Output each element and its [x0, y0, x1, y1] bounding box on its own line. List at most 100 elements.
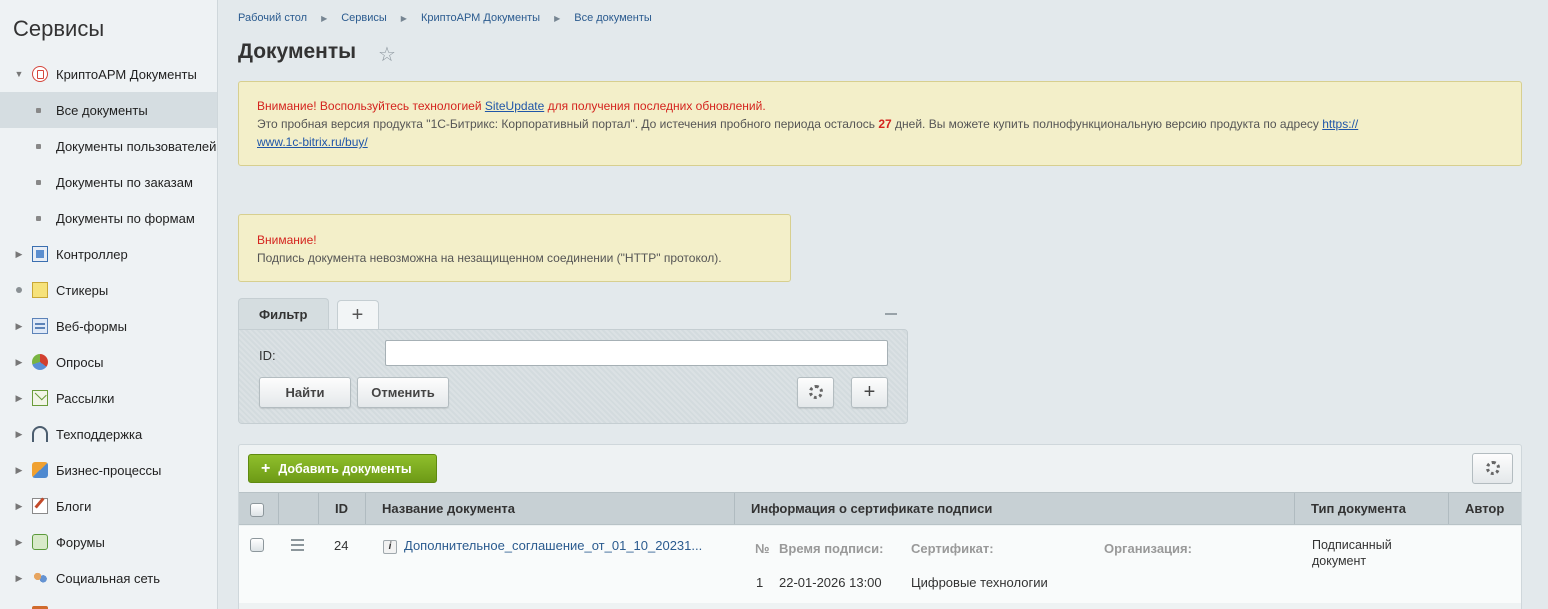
sidebar-item-label: Блоги — [56, 498, 92, 514]
row-menu-icon[interactable] — [291, 539, 304, 554]
sidebar-subitem-form-documents[interactable]: Документы по формам — [0, 200, 217, 236]
column-header-id[interactable]: ID — [319, 493, 366, 524]
add-documents-label: Добавить документы — [278, 462, 412, 476]
sidebar-item-label: Опросы — [56, 354, 104, 370]
column-header-doc-type[interactable]: Тип документа — [1295, 493, 1449, 524]
support-icon — [32, 426, 48, 442]
cert-time: 22-01-2026 13:00 — [779, 575, 882, 590]
bullet-icon — [36, 179, 41, 185]
breadcrumb-desktop[interactable]: Рабочий стол — [238, 12, 307, 26]
filter-panel: ID: Найти Отменить + — [238, 329, 908, 424]
select-all-checkbox[interactable] — [250, 502, 264, 517]
sidebar-item-label: КриптоАРМ Документы — [56, 66, 197, 82]
siteupdate-link[interactable]: SiteUpdate — [485, 99, 544, 113]
table-row[interactable]: 24 i Дополнительное_соглашение_от_01_10_2… — [239, 526, 1521, 603]
sidebar-item-webforms[interactable]: ▶ Веб-формы — [0, 308, 217, 344]
sidebar-item-label: Контроллер — [56, 246, 128, 262]
chevron-right-icon[interactable]: ▶ — [14, 393, 24, 404]
filter-settings-button[interactable] — [797, 377, 834, 408]
plus-icon: + — [261, 460, 271, 477]
chevron-right-icon[interactable]: ▶ — [14, 573, 24, 584]
cancel-button[interactable]: Отменить — [357, 377, 449, 408]
gear-icon — [808, 385, 823, 399]
chevron-right-icon: ▶ — [321, 14, 328, 23]
sidebar-item-stickers[interactable]: Стикеры — [0, 272, 217, 308]
chevron-right-icon[interactable]: ▶ — [14, 501, 24, 512]
chevron-right-icon: ▶ — [400, 14, 407, 23]
column-header-cert-info[interactable]: Информация о сертификате подписи — [735, 493, 1295, 524]
grid-header: ID Название документа Информация о серти… — [239, 492, 1521, 525]
sidebar-item-mailing[interactable]: ▶ Рассылки — [0, 380, 217, 416]
sidebar-subitem-all-documents[interactable]: Все документы — [0, 92, 217, 128]
sidebar-item-bizproc[interactable]: ▶ Бизнес-процессы — [0, 452, 217, 488]
sidebar-item-support[interactable]: ▶ Техподдержка — [0, 416, 217, 452]
notice-title: Внимание! — [257, 233, 317, 247]
chevron-down-icon[interactable]: ▼ — [14, 69, 24, 79]
breadcrumb-services[interactable]: Сервисы — [341, 12, 387, 26]
sidebar-subitem-user-documents[interactable]: Документы пользователей — [0, 128, 217, 164]
sidebar-subitem-order-documents[interactable]: Документы по заказам — [0, 164, 217, 200]
chevron-right-icon[interactable]: ▶ — [14, 321, 24, 332]
collapse-filter-icon[interactable] — [885, 313, 897, 315]
sidebar-subitem-label: Документы пользователей — [56, 138, 217, 154]
column-header-author[interactable]: Автор — [1449, 493, 1521, 524]
buy-link-part2[interactable]: www.1c-bitrix.ru/buy/ — [257, 135, 368, 149]
add-documents-button[interactable]: + Добавить документы — [248, 454, 437, 483]
sidebar-item-social[interactable]: ▶ Социальная сеть — [0, 560, 217, 596]
chevron-right-icon[interactable]: ▶ — [14, 249, 24, 260]
cert-name: Цифровые технологии — [911, 575, 1048, 590]
column-header-name[interactable]: Название документа — [366, 493, 735, 524]
http-warning-notice: Внимание! Подпись документа невозможна н… — [238, 214, 791, 282]
forum-icon — [32, 534, 48, 550]
webforms-icon — [32, 318, 48, 334]
breadcrumb-all-documents[interactable]: Все документы — [574, 12, 652, 26]
sidebar-item-label: Форумы — [56, 534, 105, 550]
star-icon[interactable]: ☆ — [378, 42, 396, 67]
notice-line-2: Это пробная версия продукта "1С-Битрикс:… — [257, 115, 1503, 151]
document-link[interactable]: Дополнительное_соглашение_от_01_10_20231… — [404, 538, 702, 553]
sidebar-item-controller[interactable]: ▶ Контроллер — [0, 236, 217, 272]
page-title: Документы — [238, 40, 357, 63]
sidebar-item-cryptoarm[interactable]: ▼ КриптоАРМ Документы — [0, 56, 217, 92]
row-doc-type: Подписанный документ — [1312, 537, 1392, 569]
sidebar-item-label: Стикеры — [56, 282, 109, 298]
notice-trial-text: Это пробная версия продукта "1С-Битрикс:… — [257, 117, 879, 131]
add-filter-tab-button[interactable]: + — [336, 300, 379, 330]
cert-header-time: Время подписи: — [779, 541, 884, 556]
info-icon[interactable]: i — [383, 539, 397, 554]
actions-column-header — [279, 493, 319, 524]
chevron-right-icon[interactable]: ▶ — [14, 357, 24, 368]
sidebar-title: Сервисы — [13, 16, 105, 41]
sidebar-item-label: Веб-формы — [56, 318, 127, 334]
id-field-input[interactable] — [385, 340, 888, 366]
sidebar-item-forums[interactable]: ▶ Форумы — [0, 524, 217, 560]
cert-num: 1 — [756, 575, 764, 590]
bullet-icon — [36, 143, 41, 149]
chevron-right-icon[interactable]: ▶ — [14, 465, 24, 476]
sidebar-item-label: Рассылки — [56, 390, 115, 406]
crypto-icon — [32, 66, 48, 82]
sidebar-item-label: Бизнес-процессы — [56, 462, 162, 478]
cert-header-cert: Сертификат: — [911, 541, 994, 556]
find-button[interactable]: Найти — [259, 377, 351, 408]
chevron-right-icon: ▶ — [554, 14, 561, 23]
sidebar-item-label: Социальная сеть — [56, 570, 160, 586]
sidebar-item-polls[interactable]: ▶ Опросы — [0, 344, 217, 380]
tab-filter[interactable]: Фильтр — [238, 298, 329, 330]
sidebar-subitem-label: Документы по формам — [56, 210, 195, 226]
bullet-icon — [36, 215, 41, 221]
buy-link-part1[interactable]: https:// — [1322, 117, 1358, 131]
row-checkbox[interactable] — [250, 538, 264, 552]
notice-line-1: Внимание! Воспользуйтесь технологией Sit… — [257, 97, 1503, 115]
grid-settings-button[interactable] — [1472, 453, 1513, 484]
sidebar-item-blogs[interactable]: ▶ Блоги — [0, 488, 217, 524]
sidebar-item-last[interactable]: ▶ Об — [0, 596, 217, 609]
documents-grid: + Добавить документы ID Название документ… — [238, 444, 1522, 609]
chevron-right-icon[interactable]: ▶ — [14, 429, 24, 440]
controller-icon — [32, 246, 48, 262]
stickers-icon — [32, 282, 48, 298]
bullet-icon — [36, 107, 41, 113]
add-filter-field-button[interactable]: + — [851, 377, 888, 408]
chevron-right-icon[interactable]: ▶ — [14, 537, 24, 548]
breadcrumb-cryptoarm[interactable]: КриптоАРМ Документы — [421, 12, 540, 26]
